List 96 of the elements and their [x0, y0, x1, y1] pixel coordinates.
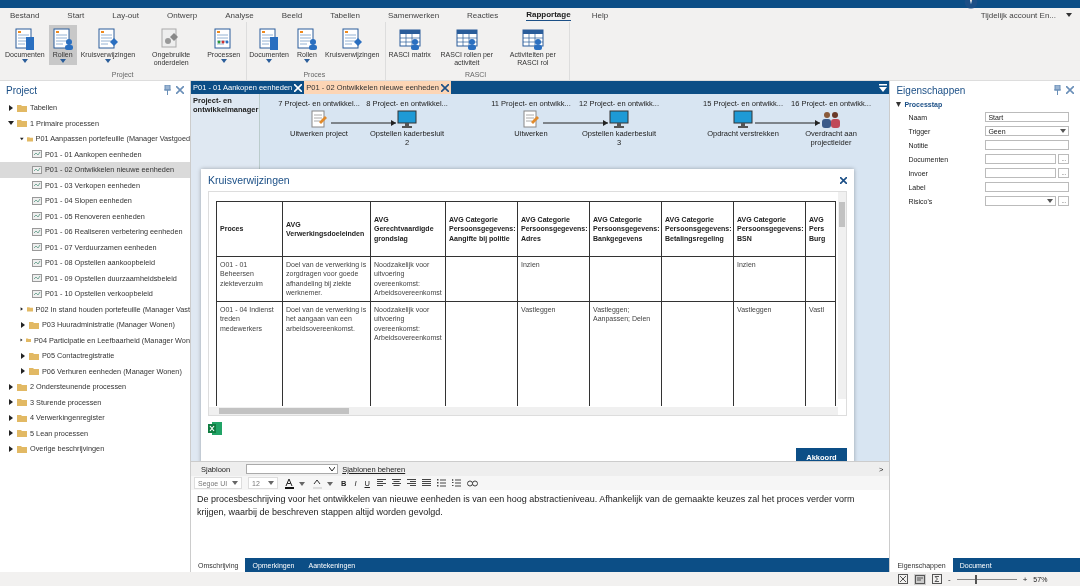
- vertical-scrollbar[interactable]: [838, 192, 846, 399]
- document-diamond-icon[interactable]: [340, 27, 365, 51]
- horizontal-scrollbar[interactable]: [209, 407, 838, 415]
- connector-arrow: [330, 120, 397, 126]
- page-view-button[interactable]: [914, 573, 926, 585]
- diagram-icon: [32, 212, 42, 221]
- link-icon[interactable]: [466, 479, 478, 487]
- spreadsheet-icon[interactable]: [208, 422, 222, 435]
- dialog-title: Kruisverwijzingen: [208, 174, 290, 186]
- property-field[interactable]: [985, 182, 1070, 192]
- menu-tab[interactable]: Samenwerken: [387, 9, 440, 21]
- caret-icon[interactable]: [21, 59, 28, 63]
- caret-icon[interactable]: [1066, 13, 1072, 17]
- expand-arrow-icon[interactable]: [20, 306, 24, 313]
- document-icon[interactable]: [12, 27, 37, 51]
- expand-arrow-icon[interactable]: [8, 120, 14, 127]
- description-text[interactable]: De procesbeschrijving voor het ontwikkelen van nieuwe eenheden is van een hoog abstractieniveau. Afhankelijk van de gemaakte keuzes zal het proces verder vorm krijgen, waarbij de beschreven stappen altijd worden gevolgd.: [191, 490, 890, 558]
- menu-tab[interactable]: Tabellen: [330, 9, 360, 21]
- menu-tab[interactable]: Bestand: [10, 9, 40, 21]
- diagram-icon: [32, 227, 42, 236]
- caret-icon[interactable]: [1047, 199, 1054, 203]
- property-field[interactable]: [985, 154, 1057, 164]
- caret-icon[interactable]: [303, 59, 310, 63]
- pin-icon[interactable]: [1054, 85, 1061, 95]
- expand-arrow-icon[interactable]: [8, 399, 14, 406]
- table-person-icon[interactable]: [397, 27, 422, 51]
- sum-icon[interactable]: [932, 574, 942, 584]
- expand-arrow-icon[interactable]: [20, 321, 26, 328]
- tab-menu-icon[interactable]: [879, 83, 888, 92]
- expand-arrow-icon[interactable]: [20, 337, 23, 344]
- table-cell: [805, 256, 836, 302]
- connector-arrow: [542, 120, 609, 126]
- align-icon[interactable]: [376, 479, 386, 487]
- diagram-icon: [32, 181, 42, 190]
- pin-icon[interactable]: [164, 85, 171, 95]
- expand-arrow-icon[interactable]: [8, 383, 14, 390]
- align-icon[interactable]: [406, 479, 416, 487]
- property-field[interactable]: [985, 196, 1057, 206]
- property-field[interactable]: [985, 168, 1057, 178]
- caret-icon[interactable]: [1060, 129, 1067, 133]
- monitor-icon[interactable]: [609, 110, 629, 128]
- collapse-arrow-icon[interactable]: [896, 102, 902, 107]
- expand-arrow-icon[interactable]: [20, 135, 24, 142]
- diagram-icon: [32, 196, 42, 205]
- close-icon[interactable]: [840, 176, 847, 184]
- document-pen-icon[interactable]: [310, 110, 328, 128]
- menu-tab[interactable]: Start: [67, 9, 85, 21]
- panel-title: Project: [6, 84, 39, 96]
- caret-icon[interactable]: [232, 481, 238, 485]
- caret-icon[interactable]: [104, 59, 111, 63]
- expand-arrow-icon[interactable]: [20, 368, 26, 375]
- expand-arrow-icon[interactable]: [8, 445, 14, 452]
- expand-arrow-icon[interactable]: [8, 104, 14, 111]
- caret-icon[interactable]: [268, 481, 274, 485]
- numbered-list-icon[interactable]: [451, 479, 461, 487]
- expand-arrow-icon[interactable]: [20, 352, 26, 359]
- bullet-list-icon[interactable]: [436, 479, 446, 487]
- document-person-icon[interactable]: [294, 27, 319, 51]
- table-person-icon[interactable]: [520, 27, 545, 51]
- menu-tab[interactable]: Rapportage: [526, 9, 571, 21]
- diagram-icon: [32, 258, 42, 267]
- menu-tab[interactable]: Lay-out: [112, 9, 139, 21]
- monitor-icon[interactable]: [733, 110, 753, 128]
- fit-view-icon[interactable]: [898, 574, 908, 584]
- menu-tab[interactable]: Analyse: [225, 9, 254, 21]
- table-person-icon[interactable]: [454, 27, 479, 51]
- diagram-icon: [32, 165, 42, 174]
- caret-icon[interactable]: [329, 467, 336, 471]
- text-color-icon[interactable]: [284, 477, 306, 489]
- diagram-icon: [32, 243, 42, 252]
- account-menu[interactable]: Tijdelijk account En...: [980, 10, 1072, 20]
- caret-icon[interactable]: [266, 59, 273, 63]
- menu-tab[interactable]: Reacties: [467, 9, 499, 21]
- property-field[interactable]: [985, 140, 1070, 150]
- connector-arrow: [754, 120, 821, 126]
- diagram-icon: [32, 289, 42, 298]
- menu-tab[interactable]: Ontwerp: [166, 9, 198, 21]
- document-diamond-icon[interactable]: [95, 27, 120, 51]
- zoom-in-button[interactable]: +: [1022, 574, 1028, 584]
- zoom-out-button[interactable]: -: [948, 574, 951, 584]
- highlight-icon[interactable]: [312, 477, 334, 489]
- expand-arrow-icon[interactable]: [8, 430, 14, 437]
- close-icon[interactable]: [440, 83, 449, 92]
- diagram-icon: [32, 150, 42, 159]
- document-pen-icon[interactable]: [522, 110, 540, 128]
- expand-arrow-icon[interactable]: [8, 414, 14, 421]
- diagram-icon: [32, 274, 42, 283]
- align-icon[interactable]: [391, 479, 401, 487]
- monitor-icon[interactable]: [397, 110, 417, 128]
- caret-icon[interactable]: [220, 59, 227, 63]
- menu-tab[interactable]: Beeld: [281, 9, 303, 21]
- menu-tab[interactable]: Help: [591, 9, 609, 21]
- panel-title: Eigenschappen: [896, 84, 967, 96]
- document-person-icon[interactable]: [50, 27, 75, 51]
- align-icon[interactable]: [421, 479, 431, 487]
- people-icon[interactable]: [821, 110, 841, 128]
